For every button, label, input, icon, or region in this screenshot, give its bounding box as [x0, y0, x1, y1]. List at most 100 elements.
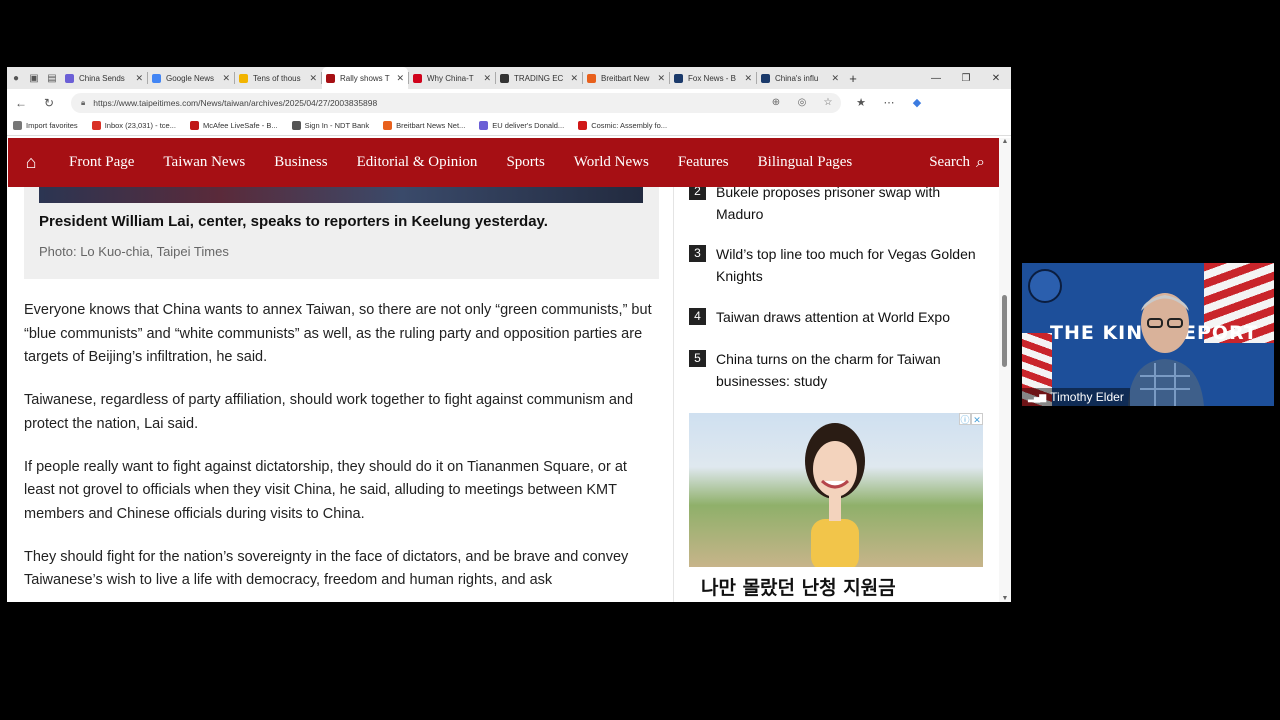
popular-title[interactable]: Taiwan draws attention at World Expo [716, 306, 976, 328]
new-tab-button[interactable]: + [843, 71, 863, 86]
favorite-item[interactable]: Inbox (23,031) - tce... [91, 121, 176, 130]
favorite-icon [189, 121, 199, 130]
webcam-name-tag: ▂▄▆ Timothy Elder [1022, 388, 1130, 406]
favorite-icon [13, 121, 22, 130]
nav-link[interactable]: Bilingual Pages [743, 154, 867, 171]
browser-tab[interactable]: Why China-T ✕ [409, 67, 495, 89]
home-icon[interactable]: ⌂ [8, 152, 54, 173]
ad-headline[interactable]: 나만 몰랐던 난청 지원금 [689, 567, 983, 600]
popular-title[interactable]: China turns on the charm for Taiwan busi… [716, 348, 976, 392]
favorite-item[interactable]: McAfee LiveSafe - B... [189, 121, 278, 130]
tab-title: China Sends [79, 73, 125, 83]
tab-close-icon[interactable]: ✕ [744, 73, 752, 84]
tab-close-icon[interactable]: ✕ [657, 73, 665, 84]
tab-favicon-icon [761, 73, 770, 83]
tab-close-icon[interactable]: ✕ [396, 73, 404, 84]
restore-button[interactable]: ❐ [951, 73, 981, 84]
tab-title: Tens of thous [253, 73, 301, 83]
copilot-icon[interactable]: ◆ [903, 96, 931, 109]
url-text: https://www.taipeitimes.com/News/taiwan/… [93, 97, 378, 108]
tab-title: Rally shows T [340, 73, 390, 83]
article-photo[interactable] [39, 187, 643, 203]
tab-close-icon[interactable]: ✕ [831, 73, 839, 84]
favorite-item[interactable]: EU deliver's Donald... [479, 121, 564, 130]
photo-caption: President William Lai, center, speaks to… [39, 213, 548, 230]
tab-close-icon[interactable]: ✕ [570, 73, 578, 84]
ad-image[interactable]: ⓘ ✕ [689, 413, 983, 567]
popular-item[interactable]: 2 Bukele proposes prisoner swap with Mad… [689, 187, 989, 225]
nav-search-button[interactable]: Search ⌕ [929, 154, 999, 172]
browser-tab[interactable]: Fox News - B ✕ [670, 67, 756, 89]
favorite-label: Inbox (23,031) - tce... [104, 121, 176, 130]
close-window-button[interactable]: ✕ [981, 73, 1011, 84]
tab-close-icon[interactable]: ✕ [222, 73, 230, 84]
popular-title[interactable]: Wild’s top line too much for Vegas Golde… [716, 243, 976, 287]
page-scrollbar[interactable]: ▲ ▼ [999, 138, 1011, 602]
back-icon[interactable]: ← [7, 96, 35, 110]
search-icon: ⌕ [976, 153, 985, 171]
popular-rank: 2 [689, 187, 706, 200]
browser-tab[interactable]: China Sends ✕ [61, 67, 147, 89]
browser-tab[interactable]: China's influ ✕ [757, 67, 843, 89]
nav-link[interactable]: Front Page [54, 154, 148, 171]
nav-link[interactable]: Sports [491, 154, 558, 171]
favorite-item[interactable]: Breitbart News Net... [383, 121, 465, 130]
browser-tab[interactable]: Rally shows T ✕ [322, 67, 408, 89]
workspaces-icon[interactable]: ▣ [25, 67, 43, 89]
lock-icon[interactable]: 🔒︎ [81, 98, 85, 108]
seal-icon [1028, 269, 1062, 303]
tab-title: Breitbart New [601, 73, 650, 83]
scroll-thumb[interactable] [1002, 295, 1007, 367]
advertisement[interactable]: ⓘ ✕ 나만 몰랐던 난청 지원금 [689, 413, 983, 602]
nav-link[interactable]: Editorial & Opinion [342, 154, 492, 171]
tab-favicon-icon [326, 73, 335, 83]
ad-info-icon[interactable]: ⓘ [959, 413, 971, 425]
tab-close-icon[interactable]: ✕ [135, 73, 143, 84]
popular-rank: 4 [689, 308, 706, 325]
ad-close-icon[interactable]: ✕ [971, 413, 983, 425]
popular-item[interactable]: 4 Taiwan draws attention at World Expo [689, 306, 989, 328]
scroll-down-icon[interactable]: ▼ [999, 595, 1011, 602]
browser-tab[interactable]: Tens of thous ✕ [235, 67, 321, 89]
browser-tab[interactable]: Breitbart New ✕ [583, 67, 669, 89]
nav-link[interactable]: Features [663, 154, 743, 171]
tab-strip: China Sends ✕ Google News ✕ Tens of thous ✕ Ra… [61, 67, 843, 89]
favorite-label: EU deliver's Donald... [492, 121, 565, 130]
favorite-star-icon[interactable]: ☆ [815, 97, 841, 108]
popular-item[interactable]: 5 China turns on the charm for Taiwan bu… [689, 348, 989, 392]
favorite-label: Sign In - NDT Bank [304, 121, 370, 130]
article-paragraph: They should fight for the nation’s sover… [24, 548, 629, 589]
tab-title: Fox News - B [688, 73, 737, 83]
tab-title: China's influ [775, 73, 819, 83]
favorite-item[interactable]: Sign In - NDT Bank [291, 121, 370, 130]
ad-badge: ⓘ ✕ [959, 413, 983, 425]
tab-close-icon[interactable]: ✕ [483, 73, 491, 84]
nav-search-label: Search [929, 154, 971, 170]
nav-link[interactable]: World News [559, 154, 663, 171]
tab-favicon-icon [500, 73, 509, 83]
favorite-item[interactable]: Cosmic: Assembly fo... [578, 121, 667, 130]
nav-link[interactable]: Taiwan News [148, 154, 259, 171]
tab-favicon-icon [587, 73, 596, 83]
popular-item[interactable]: 3 Wild’s top line too much for Vegas Gol… [689, 243, 989, 287]
more-menu-icon[interactable]: ⋯ [875, 96, 903, 109]
profile-icon[interactable]: ● [7, 67, 25, 89]
article-paragraph: Everyone knows that China wants to annex… [24, 302, 652, 365]
favorites-icon[interactable]: ★ [847, 96, 875, 109]
tab-close-icon[interactable]: ✕ [309, 73, 317, 84]
tab-actions-icon[interactable]: ▤ [43, 67, 61, 89]
tab-favicon-icon [65, 73, 74, 83]
url-field[interactable]: 🔒︎ https://www.taipeitimes.com/News/taiw… [71, 92, 841, 113]
minimize-button[interactable]: — [921, 73, 951, 84]
zoom-icon[interactable]: ⊕ [763, 97, 789, 108]
popular-title[interactable]: Bukele proposes prisoner swap with Madur… [716, 187, 976, 225]
browser-tab[interactable]: TRADING EC ✕ [496, 67, 582, 89]
favorite-item[interactable]: Import favorites [13, 121, 78, 130]
nav-link[interactable]: Business [259, 154, 341, 171]
favorites-bar: Import favorites Inbox (23,031) - tce... M… [7, 116, 1011, 136]
refresh-icon[interactable]: ↻ [35, 96, 63, 110]
browser-tab[interactable]: Google News ✕ [148, 67, 234, 89]
column-divider [673, 187, 674, 602]
scroll-up-icon[interactable]: ▲ [999, 138, 1011, 145]
read-aloud-icon[interactable]: ◎ [789, 97, 815, 108]
